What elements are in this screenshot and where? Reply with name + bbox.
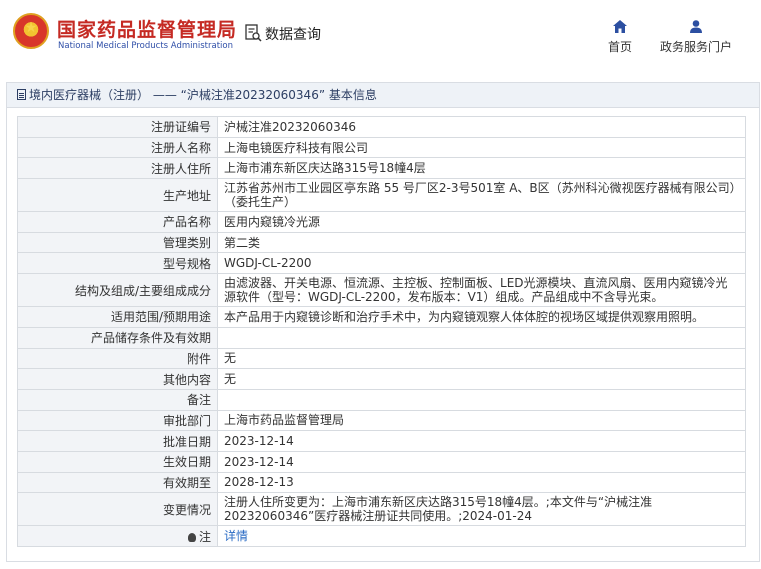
row-label: 审批部门 xyxy=(17,409,218,432)
row-label: 有效期至 xyxy=(17,471,218,494)
table-row: 生效日期 2023-12-14 xyxy=(17,450,746,473)
nav-gov-label: 政务服务门户 xyxy=(659,40,732,54)
details-link[interactable]: 详情 xyxy=(224,529,248,543)
row-label: 适用范围/预期用途 xyxy=(17,306,218,328)
row-value: 无 xyxy=(217,347,746,370)
row-label: 变更情况 xyxy=(17,492,218,527)
row-label: 注册人名称 xyxy=(17,136,218,159)
table-row: 适用范围/预期用途 本产品用于内窥镜诊断和治疗手术中，为内窥镜观察人体体腔的视场区… xyxy=(17,306,746,328)
home-icon xyxy=(613,20,627,33)
site-header: ★ 国家药品监督管理局 National Medical Products Ad… xyxy=(0,0,761,72)
row-value: 上海市浦东新区庆达路315号18幢4层 xyxy=(217,157,746,180)
row-label: 附件 xyxy=(17,347,218,370)
note-label: 注 xyxy=(198,529,211,544)
table-row: 产品名称 医用内窥镜冷光源 xyxy=(17,211,746,233)
row-value xyxy=(217,388,746,411)
table-row: 产品储存条件及有效期 xyxy=(17,326,746,349)
row-label: 产品储存条件及有效期 xyxy=(17,326,218,349)
row-value: 上海市药品监督管理局 xyxy=(217,409,746,432)
table-row: 审批部门 上海市药品监督管理局 xyxy=(17,409,746,432)
row-value: 江苏省苏州市工业园区亭东路 55 号厂区2-3号501室 A、B区（苏州科沁微视… xyxy=(217,178,746,213)
data-query-link[interactable]: 数据查询 xyxy=(265,24,321,44)
table-row: 注 详情 xyxy=(17,525,746,547)
row-value: 详情 xyxy=(217,525,746,547)
panel-header: 境内医疗器械（注册） —— “沪械注准20232060346” 基本信息 xyxy=(7,83,759,108)
row-label: 型号规格 xyxy=(17,252,218,275)
table-row: 批准日期 2023-12-14 xyxy=(17,430,746,452)
row-value: 第二类 xyxy=(217,231,746,254)
row-label: 注册证编号 xyxy=(17,116,218,138)
table-row: 结构及组成/主要组成成分 由滤波器、开关电源、恒流源、主控板、控制面板、LED光源… xyxy=(17,273,746,308)
row-value: 无 xyxy=(217,368,746,390)
row-label: 批准日期 xyxy=(17,430,218,452)
site-subtitle: National Medical Products Administration xyxy=(58,41,233,51)
table-row: 型号规格 WGDJ-CL-2200 xyxy=(17,252,746,275)
row-label: 注册人住所 xyxy=(17,157,218,180)
table-row: 变更情况 注册人住所变更为：上海市浦东新区庆达路315号18幢4层。;本文件与“沪… xyxy=(17,492,746,527)
site-title: 国家药品监督管理局 xyxy=(57,19,238,41)
table-row: 生产地址 江苏省苏州市工业园区亭东路 55 号厂区2-3号501室 A、B区（苏州… xyxy=(17,178,746,213)
lightbulb-icon xyxy=(187,532,196,542)
detail-panel: 境内医疗器械（注册） —— “沪械注准20232060346” 基本信息 注册证… xyxy=(6,82,760,562)
row-value: 由滤波器、开关电源、恒流源、主控板、控制面板、LED光源模块、直流风扇、医用内窥… xyxy=(217,273,746,308)
row-value: 2023-12-14 xyxy=(217,430,746,452)
table-row: 有效期至 2028-12-13 xyxy=(17,471,746,494)
row-label: 产品名称 xyxy=(17,211,218,233)
document-icon xyxy=(17,89,26,100)
table-row: 备注 xyxy=(17,388,746,411)
table-row: 注册证编号 沪械注准20232060346 xyxy=(17,116,746,138)
row-label: 管理类别 xyxy=(17,231,218,254)
table-row: 管理类别 第二类 xyxy=(17,231,746,254)
table-row: 注册人名称 上海电镜医疗科技有限公司 xyxy=(17,136,746,159)
row-value: WGDJ-CL-2200 xyxy=(217,252,746,275)
row-label: 结构及组成/主要组成成分 xyxy=(17,273,218,308)
row-value: 本产品用于内窥镜诊断和治疗手术中，为内窥镜观察人体体腔的视场区域提供观察用照明。 xyxy=(217,306,746,328)
table-row: 附件无 xyxy=(17,347,746,370)
nav-home-label: 首页 xyxy=(607,40,632,54)
row-label-note: 注 xyxy=(17,525,218,547)
row-value: 医用内窥镜冷光源 xyxy=(217,211,746,233)
row-label: 其他内容 xyxy=(17,368,218,390)
row-value xyxy=(217,326,746,349)
table-row: 其他内容无 xyxy=(17,368,746,390)
table-row: 注册人住所 上海市浦东新区庆达路315号18幢4层 xyxy=(17,157,746,180)
national-emblem-icon: ★ xyxy=(13,13,49,49)
nav-home[interactable]: 首页 xyxy=(605,20,635,55)
row-value: 注册人住所变更为：上海市浦东新区庆达路315号18幢4层。;本文件与“沪械注准2… xyxy=(217,492,746,527)
user-icon xyxy=(690,20,702,33)
row-value: 2028-12-13 xyxy=(217,471,746,494)
info-table: 注册证编号 沪械注准20232060346 注册人名称 上海电镜医疗科技有限公司 注… xyxy=(17,116,746,547)
panel-title: 境内医疗器械（注册） —— “沪械注准20232060346” 基本信息 xyxy=(29,88,377,102)
nav-gov-service[interactable]: 政务服务门户 xyxy=(656,20,736,55)
row-value: 上海电镜医疗科技有限公司 xyxy=(217,136,746,159)
row-label: 备注 xyxy=(17,388,218,411)
row-value: 2023-12-14 xyxy=(217,450,746,473)
row-label: 生效日期 xyxy=(17,450,218,473)
data-query-icon[interactable] xyxy=(244,24,262,42)
row-value: 沪械注准20232060346 xyxy=(217,116,746,138)
row-label: 生产地址 xyxy=(17,178,218,213)
